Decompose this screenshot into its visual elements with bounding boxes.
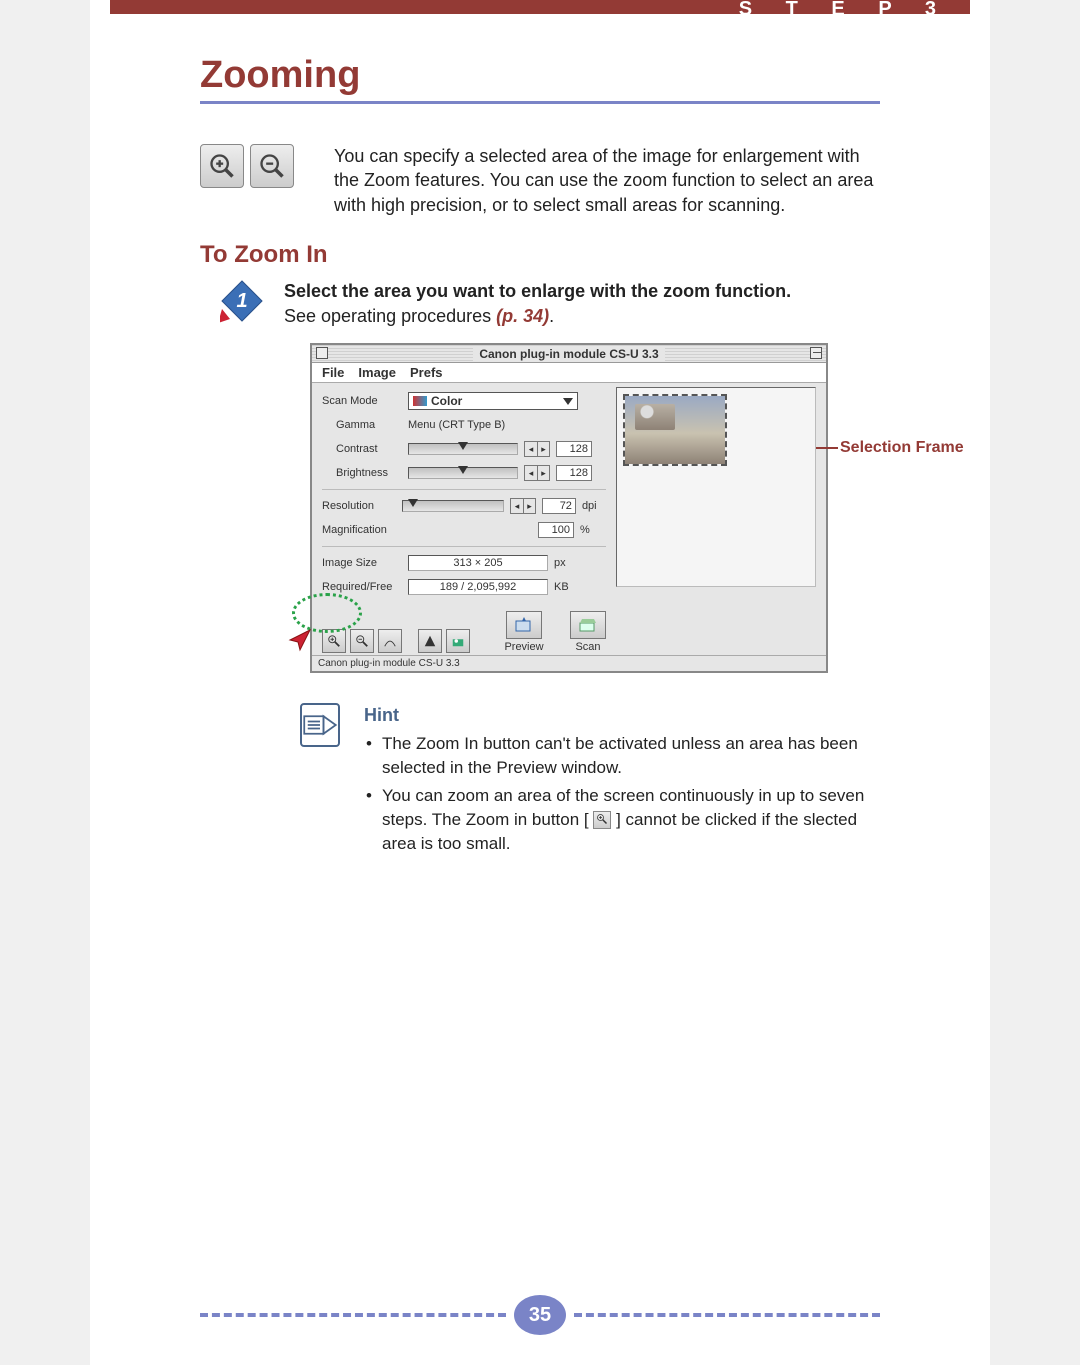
- window-titlebar: Canon plug-in module CS-U 3.3: [312, 345, 826, 363]
- scan-button[interactable]: [570, 611, 606, 639]
- selection-frame-label: Selection Frame: [840, 439, 964, 457]
- label-required-free: Required/Free: [322, 581, 402, 593]
- label-brightness: Brightness: [322, 467, 402, 479]
- page-footer: 35: [200, 1295, 880, 1335]
- label-image-size: Image Size: [322, 557, 402, 569]
- brightness-slider[interactable]: [408, 467, 518, 479]
- page-number: 35: [514, 1295, 566, 1335]
- zoom-icons: [200, 144, 294, 188]
- chevron-down-icon: [563, 396, 573, 406]
- intro-paragraph: You can specify a selected area of the i…: [334, 144, 880, 217]
- menu-image[interactable]: Image: [358, 365, 396, 380]
- svg-text:1: 1: [236, 290, 247, 312]
- zoom-out-button[interactable]: [350, 629, 374, 653]
- step-1-ref: (p. 34): [496, 306, 549, 326]
- selection-frame[interactable]: [623, 394, 727, 466]
- menu-prefs[interactable]: Prefs: [410, 365, 443, 380]
- window-title: Canon plug-in module CS-U 3.3: [473, 347, 664, 361]
- preview-area[interactable]: [616, 387, 816, 587]
- resolution-stepper[interactable]: ◂▸: [510, 498, 536, 514]
- required-free-value: 189 / 2,095,992: [408, 579, 548, 595]
- image-size-value: 313 × 205: [408, 555, 548, 571]
- curves-button[interactable]: [378, 629, 402, 653]
- menubar: File Image Prefs: [312, 363, 826, 383]
- hint-title: Hint: [364, 703, 880, 728]
- brightness-value[interactable]: 128: [556, 465, 592, 481]
- step-1-period: .: [549, 306, 554, 326]
- required-free-unit: KB: [554, 581, 580, 593]
- step-1-subtitle: See operating procedures: [284, 306, 496, 326]
- resolution-unit: dpi: [582, 500, 606, 512]
- zoom-in-button[interactable]: [322, 629, 346, 653]
- plugin-window: Canon plug-in module CS-U 3.3 File Image…: [310, 343, 828, 673]
- magnification-value[interactable]: 100: [538, 522, 574, 538]
- step-1-badge: 1: [220, 279, 264, 323]
- zoom-in-icon: [200, 144, 244, 188]
- cursor-arrow-icon: [286, 626, 314, 659]
- label-resolution: Resolution: [322, 500, 396, 512]
- preview-label: Preview: [504, 641, 543, 653]
- step-1-title: Select the area you want to enlarge with…: [284, 279, 791, 304]
- zoom-out-icon: [250, 144, 294, 188]
- page-title: Zooming: [200, 54, 880, 97]
- preview-button[interactable]: [506, 611, 542, 639]
- image-size-unit: px: [554, 557, 580, 569]
- zoom-in-icon-inline: [593, 811, 611, 829]
- step-label: S T E P 3: [739, 0, 950, 21]
- resolution-value[interactable]: 72: [542, 498, 576, 514]
- hint-icon: [300, 703, 340, 747]
- label-scan-mode: Scan Mode: [322, 395, 402, 407]
- contrast-stepper[interactable]: ◂▸: [524, 441, 550, 457]
- window-collapse-icon[interactable]: [810, 347, 822, 359]
- subheading-zoom-in: To Zoom In: [200, 241, 880, 269]
- scan-label: Scan: [575, 641, 600, 653]
- brightness-stepper[interactable]: ◂▸: [524, 465, 550, 481]
- contrast-slider[interactable]: [408, 443, 518, 455]
- magnification-unit: %: [580, 524, 606, 536]
- statusbar: Canon plug-in module CS-U 3.3: [312, 655, 826, 671]
- close-box-icon[interactable]: [316, 347, 328, 359]
- hint-item-1: The Zoom In button can't be activated un…: [366, 732, 880, 780]
- title-rule: [200, 101, 880, 104]
- resolution-slider[interactable]: [402, 500, 504, 512]
- menu-file[interactable]: File: [322, 365, 344, 380]
- contrast-value[interactable]: 128: [556, 441, 592, 457]
- label-gamma: Gamma: [322, 419, 402, 431]
- image-adjust-button[interactable]: [446, 629, 470, 653]
- gamma-value: Menu (CRT Type B): [408, 419, 505, 431]
- label-contrast: Contrast: [322, 443, 402, 455]
- scan-mode-dropdown[interactable]: Color: [408, 392, 578, 410]
- hint-item-2: You can zoom an area of the screen conti…: [366, 784, 880, 855]
- label-magnification: Magnification: [322, 524, 402, 536]
- histogram-button[interactable]: [418, 629, 442, 653]
